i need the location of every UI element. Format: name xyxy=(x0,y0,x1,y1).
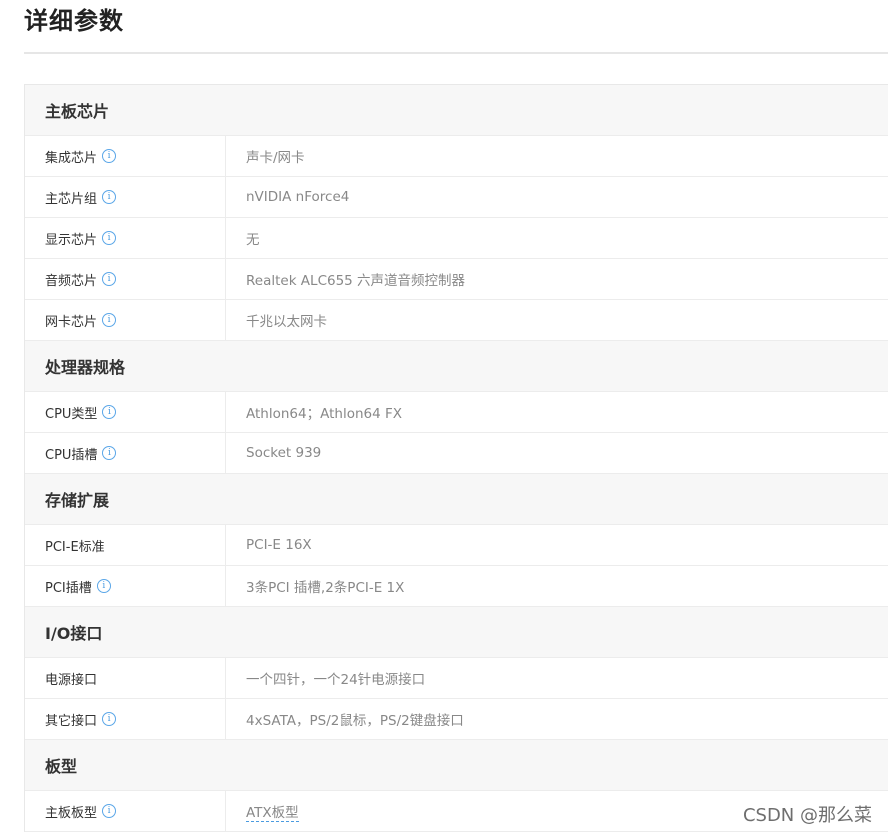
spec-value: Realtek ALC655 六声道音频控制器 xyxy=(246,273,466,289)
spec-label-cell: CPU类型 i xyxy=(25,392,226,432)
spec-row: 显示芯片 i 无 xyxy=(25,218,888,259)
spec-value: PCI-E 16X xyxy=(246,537,312,553)
section-header: 存储扩展 xyxy=(25,474,888,525)
info-icon[interactable]: i xyxy=(102,712,117,726)
spec-label: PCI-E标准 xyxy=(45,539,105,555)
spec-value-cell: 一个四针，一个24针电源接口 xyxy=(226,658,888,698)
spec-value: 4xSATA，PS/2鼠标，PS/2键盘接口 xyxy=(246,713,464,729)
spec-value: 一个四针，一个24针电源接口 xyxy=(246,672,426,688)
spec-value: nVIDIA nForce4 xyxy=(246,189,350,205)
spec-label-cell: PCI-E标准 xyxy=(25,525,226,565)
spec-value-cell: 千兆以太网卡 xyxy=(226,300,888,340)
spec-page: 详细参数 主板芯片集成芯片 i 声卡/网卡主芯片组 i nVIDIA nForce4 显示… xyxy=(0,0,888,833)
spec-label: 主芯片组 xyxy=(45,191,98,207)
info-icon[interactable]: i xyxy=(102,804,117,818)
info-icon[interactable]: i xyxy=(102,405,117,419)
spec-label: 其它接口 xyxy=(45,713,98,729)
spec-value: Athlon64；Athlon64 FX xyxy=(246,406,402,422)
spec-label-cell: 电源接口 xyxy=(25,658,226,698)
section-header: I/O接口 xyxy=(25,607,888,658)
info-icon[interactable]: i xyxy=(102,313,117,327)
spec-value: 无 xyxy=(246,232,260,248)
spec-value: 3条PCI 插槽,2条PCI-E 1X xyxy=(246,580,405,596)
page-title: 详细参数 xyxy=(24,7,124,35)
spec-label: 集成芯片 xyxy=(45,150,98,166)
info-icon[interactable]: i xyxy=(102,231,117,245)
spec-row: 网卡芯片 i 千兆以太网卡 xyxy=(25,300,888,341)
spec-row: 电源接口 一个四针，一个24针电源接口 xyxy=(25,658,888,699)
spec-label-cell: 主板板型 i xyxy=(25,791,226,831)
info-icon[interactable]: i xyxy=(96,579,111,593)
spec-value: Socket 939 xyxy=(246,445,322,461)
spec-value-cell: nVIDIA nForce4 xyxy=(226,177,888,217)
spec-value-cell: Athlon64；Athlon64 FX xyxy=(226,392,888,432)
spec-label-cell: CPU插槽 i xyxy=(25,433,226,473)
spec-label-cell: 其它接口 i xyxy=(25,699,226,739)
spec-row: PCI-E标准 PCI-E 16X xyxy=(25,525,888,566)
spec-row: CPU类型 i Athlon64；Athlon64 FX xyxy=(25,392,888,433)
spec-label: 主板板型 xyxy=(45,805,98,821)
spec-label: 网卡芯片 xyxy=(45,314,98,330)
spec-label: 显示芯片 xyxy=(45,232,98,248)
spec-table: 主板芯片 集成芯片 i 声卡/网卡 主芯片组 i nVIDIA nForce4 显示芯片 i 无音… xyxy=(24,84,888,832)
spec-label-cell: 集成芯片 i xyxy=(25,136,226,176)
spec-value-cell: Socket 939 xyxy=(226,433,888,473)
info-icon[interactable]: i xyxy=(102,190,117,204)
spec-row: PCI插槽 i 3条PCI 插槽,2条PCI-E 1X xyxy=(25,566,888,607)
title-divider xyxy=(24,52,888,54)
section-header: 主板芯片 xyxy=(25,85,888,136)
spec-row: 音频芯片 i Realtek ALC655 六声道音频控制器 xyxy=(25,259,888,300)
spec-row: 集成芯片 i 声卡/网卡 xyxy=(25,136,888,177)
spec-value-cell: Realtek ALC655 六声道音频控制器 xyxy=(226,259,888,299)
spec-label-cell: 网卡芯片 i xyxy=(25,300,226,340)
spec-row: 主芯片组 i nVIDIA nForce4 xyxy=(25,177,888,218)
spec-row: CPU插槽 i Socket 939 xyxy=(25,433,888,474)
spec-label-cell: 显示芯片 i xyxy=(25,218,226,258)
spec-label-cell: PCI插槽 i xyxy=(25,566,226,606)
spec-value-link[interactable]: ATX板型 xyxy=(246,801,299,822)
spec-value-cell: 无 xyxy=(226,218,888,258)
spec-label: CPU插槽 xyxy=(45,447,98,463)
watermark: CSDN @那么菜 xyxy=(742,805,872,826)
section-header: 处理器规格 xyxy=(25,341,888,392)
spec-label: 电源接口 xyxy=(45,672,98,688)
spec-label: 音频芯片 xyxy=(45,273,98,289)
spec-value-cell: PCI-E 16X xyxy=(226,525,888,565)
spec-value: 声卡/网卡 xyxy=(246,150,305,166)
info-icon[interactable]: i xyxy=(102,272,117,286)
spec-row: 其它接口 i 4xSATA，PS/2鼠标，PS/2键盘接口 xyxy=(25,699,888,740)
spec-label-cell: 音频芯片 i xyxy=(25,259,226,299)
spec-value-cell: 3条PCI 插槽,2条PCI-E 1X xyxy=(226,566,888,606)
spec-label-cell: 主芯片组 i xyxy=(25,177,226,217)
spec-value-cell: 声卡/网卡 xyxy=(226,136,888,176)
spec-value-cell: 4xSATA，PS/2鼠标，PS/2键盘接口 xyxy=(226,699,888,739)
info-icon[interactable]: i xyxy=(102,446,117,460)
spec-value: 千兆以太网卡 xyxy=(246,314,327,330)
info-icon[interactable]: i xyxy=(102,149,117,163)
spec-label: PCI插槽 xyxy=(45,580,92,596)
section-header: 板型 xyxy=(25,740,888,791)
spec-label: CPU类型 xyxy=(45,406,98,422)
